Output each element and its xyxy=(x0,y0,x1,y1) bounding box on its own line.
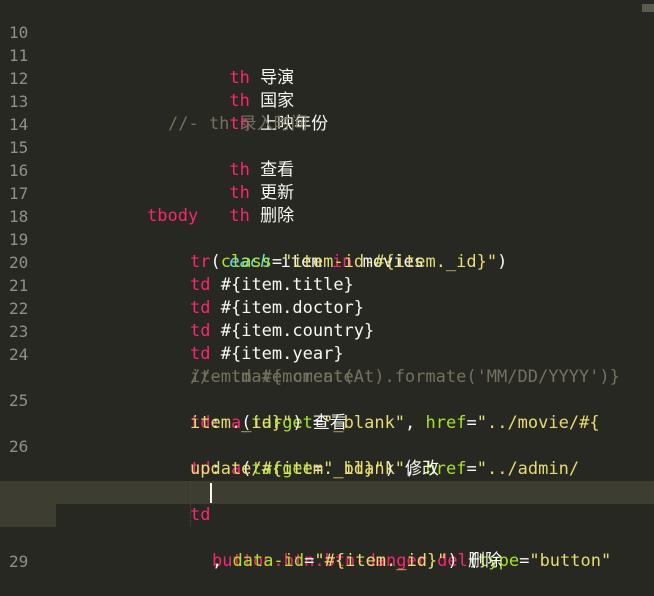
equals: = xyxy=(519,551,530,571)
attribute-value: "button" xyxy=(529,551,612,571)
code-line[interactable]: 22 td #{item.country} xyxy=(0,274,654,341)
code-line[interactable]: 24 //- td #{moment( xyxy=(0,320,654,387)
code-line-wrap[interactable]: item._id}") 查看 xyxy=(0,389,654,433)
code-line[interactable]: 21 td #{item.doctor} xyxy=(0,251,654,318)
active-code-line[interactable]: 28 button.btn.btn-danger.del(type="butto… xyxy=(0,481,654,571)
code-line[interactable]: 29 xyxy=(0,527,654,571)
button-text: 删除 xyxy=(467,551,502,571)
code-line[interactable]: 27 td xyxy=(0,458,654,525)
indent-guide xyxy=(190,481,191,527)
code-line[interactable]: 14 th 查看 xyxy=(0,90,654,180)
code-line[interactable]: 16 th 删除 xyxy=(0,136,654,226)
code-line[interactable]: 10 th 导演 xyxy=(0,0,654,88)
attribute-name: data-id xyxy=(232,551,305,571)
code-line[interactable]: 23 td #{item.year} xyxy=(0,297,654,364)
paren: ) xyxy=(447,551,458,571)
code-line[interactable]: 13 //- th 录入时间 xyxy=(0,67,654,134)
code-line-wrap[interactable]: item.mate.createAt).formate('MM/DD/YYYY'… xyxy=(0,343,654,387)
code-line[interactable]: 18 each item in movies xyxy=(0,182,654,272)
code-line[interactable]: 25 td: a(target="_blank", href="../movie… xyxy=(0,366,654,433)
line-number: 29 xyxy=(9,552,29,571)
code-line[interactable]: 19 tr(class="item-id-#{item._id}") xyxy=(0,205,654,272)
minimap-scroll-indicator[interactable] xyxy=(642,4,654,12)
code-line-wrap[interactable]: , data-id="#{item._id}") 删除 xyxy=(0,504,654,571)
code-editor[interactable]: 10 th 导演 11 th 国家 12 th 上映年份 13 //- th 录… xyxy=(0,0,654,571)
code-line[interactable]: 12 th 上映年份 xyxy=(0,44,654,134)
code-line[interactable]: 20 td #{item.title} xyxy=(0,228,654,295)
attribute-value: "#{item._id}" xyxy=(314,551,448,571)
code-line[interactable]: 15 th 更新 xyxy=(0,113,654,203)
comma: , xyxy=(212,551,233,571)
code-line[interactable]: 11 th 国家 xyxy=(0,21,654,111)
code-line-wrap[interactable]: update/#{item._id}") 修改 xyxy=(0,435,654,479)
equals: = xyxy=(304,551,315,571)
code-line[interactable]: 17 tbody xyxy=(0,159,654,226)
text-cursor xyxy=(210,483,212,503)
code-line[interactable]: 26 td: a(target="_blank", href="../admin… xyxy=(0,412,654,479)
